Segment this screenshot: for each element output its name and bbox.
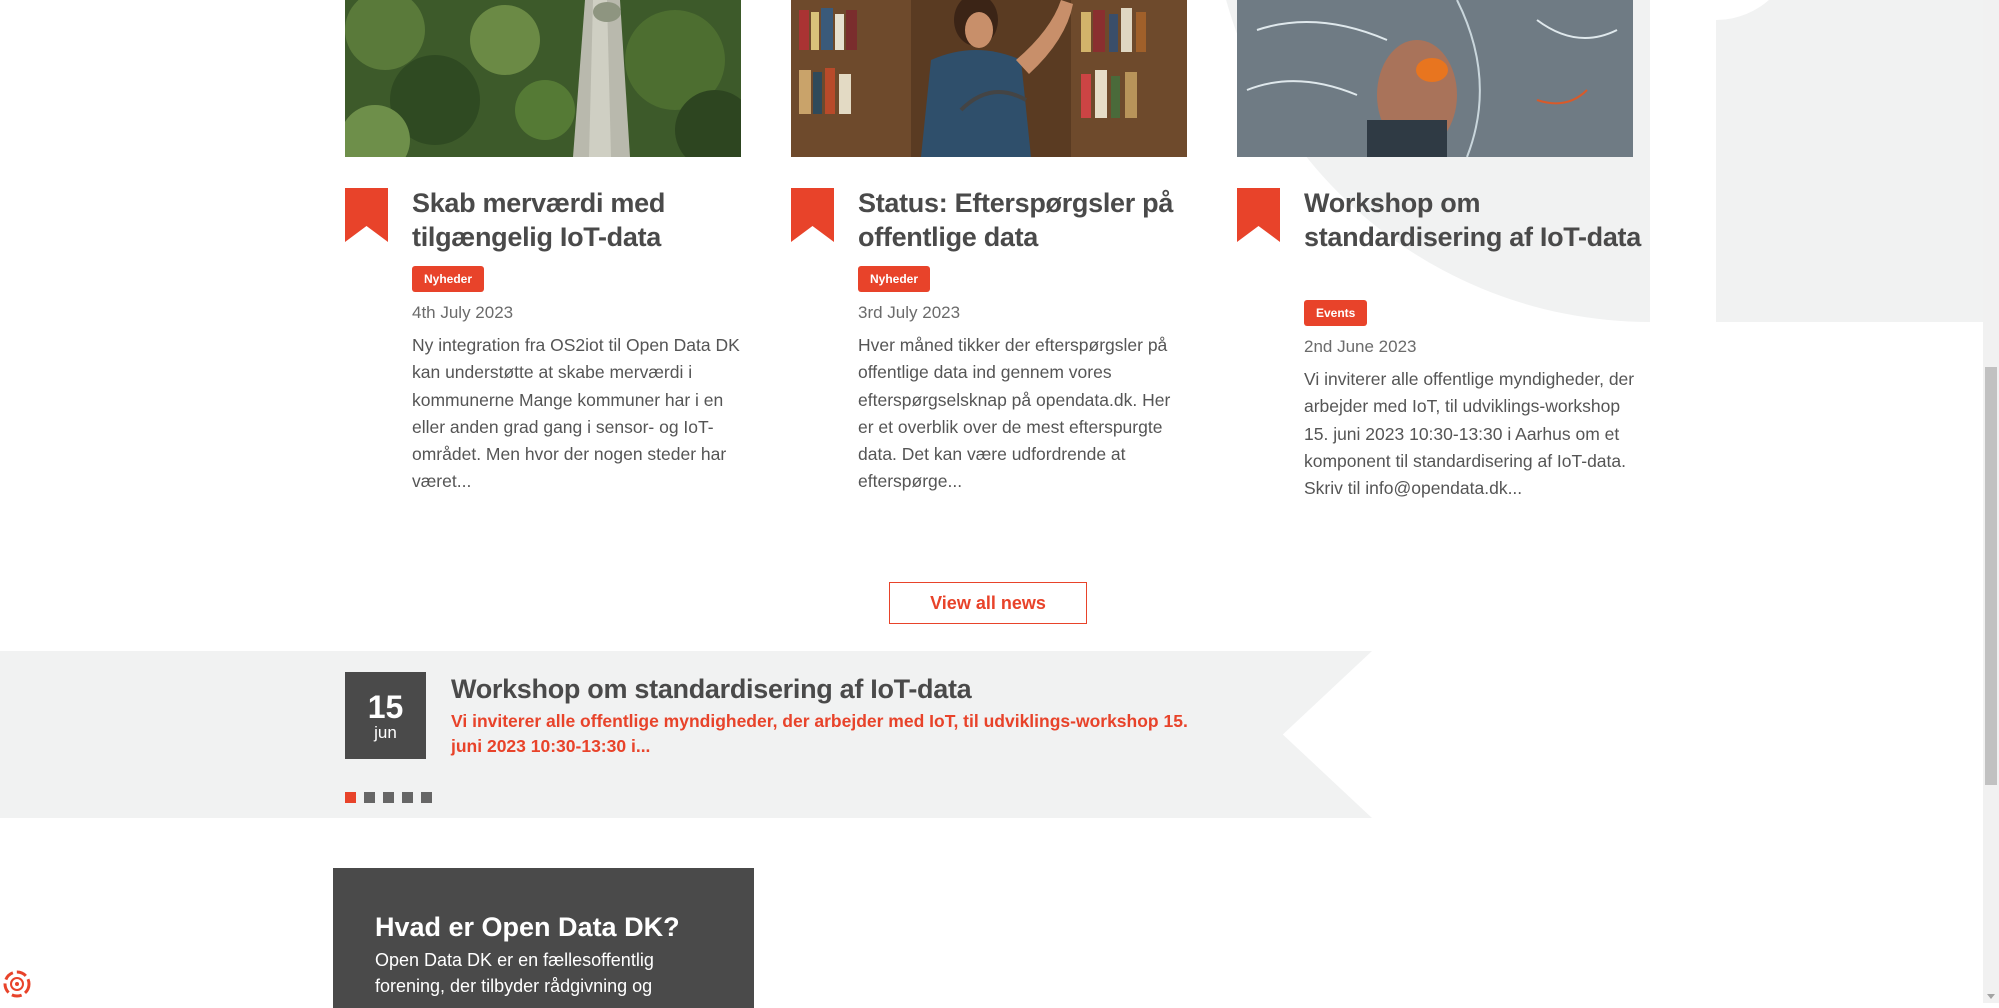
- news-excerpt: Hver måned tikker der efterspørgsler på …: [858, 335, 1171, 492]
- carousel-dot[interactable]: [402, 792, 413, 803]
- view-all-news-button[interactable]: View all news: [889, 582, 1087, 624]
- about-text: Open Data DK er en fællesoffentlig foren…: [375, 950, 654, 996]
- news-title[interactable]: Workshop om standardisering af IoT-data: [1304, 186, 1644, 254]
- carousel-dot[interactable]: [364, 792, 375, 803]
- news-title[interactable]: Skab merværdi med tilgængelig IoT-data: [412, 186, 752, 254]
- scrollbar-thumb[interactable]: [1985, 367, 1997, 785]
- event-day: 15: [367, 689, 404, 725]
- news-image-library[interactable]: [791, 0, 1187, 157]
- category-tag[interactable]: Nyheder: [858, 266, 931, 292]
- carousel-dot[interactable]: [383, 792, 394, 803]
- news-title[interactable]: Status: Efterspørgsler på offentlige dat…: [858, 186, 1198, 254]
- carousel-dot[interactable]: [421, 792, 432, 803]
- carousel-dot[interactable]: [345, 792, 356, 803]
- bookmark-icon: [791, 188, 834, 242]
- bookmark-icon: [1237, 188, 1280, 242]
- background-gap: [1650, 0, 1716, 322]
- category-tag[interactable]: Events: [1304, 300, 1368, 326]
- about-title: Hvad er Open Data DK?: [375, 912, 680, 942]
- news-date: 3rd July 2023: [858, 303, 961, 322]
- news-excerpt: Ny integration fra OS2iot til Open Data …: [412, 335, 740, 492]
- news-excerpt: Vi inviterer alle offentlige myndigheder…: [1304, 369, 1635, 499]
- carousel-dots: [345, 792, 432, 803]
- event-date-box: 15 jun: [345, 672, 426, 759]
- background-shape-right: [1716, 0, 1986, 322]
- event-month: jun: [374, 723, 397, 742]
- event-description[interactable]: Vi inviterer alle offentlige myndigheder…: [451, 709, 1191, 759]
- cookie-settings-icon[interactable]: [2, 969, 32, 999]
- news-image-whiteboard[interactable]: [1237, 0, 1633, 157]
- event-title[interactable]: Workshop om standardisering af IoT-data: [451, 674, 972, 705]
- news-date: 4th July 2023: [412, 303, 514, 322]
- about-box: Hvad er Open Data DK? Open Data DK er en…: [333, 868, 754, 1008]
- category-tag[interactable]: Nyheder: [412, 266, 485, 292]
- news-date: 2nd June 2023: [1304, 337, 1417, 356]
- news-image-forest[interactable]: [345, 0, 741, 157]
- bookmark-icon: [345, 188, 388, 242]
- scroll-down-arrow-icon[interactable]: [1987, 994, 1995, 999]
- page-scrollbar[interactable]: [1983, 0, 1999, 1003]
